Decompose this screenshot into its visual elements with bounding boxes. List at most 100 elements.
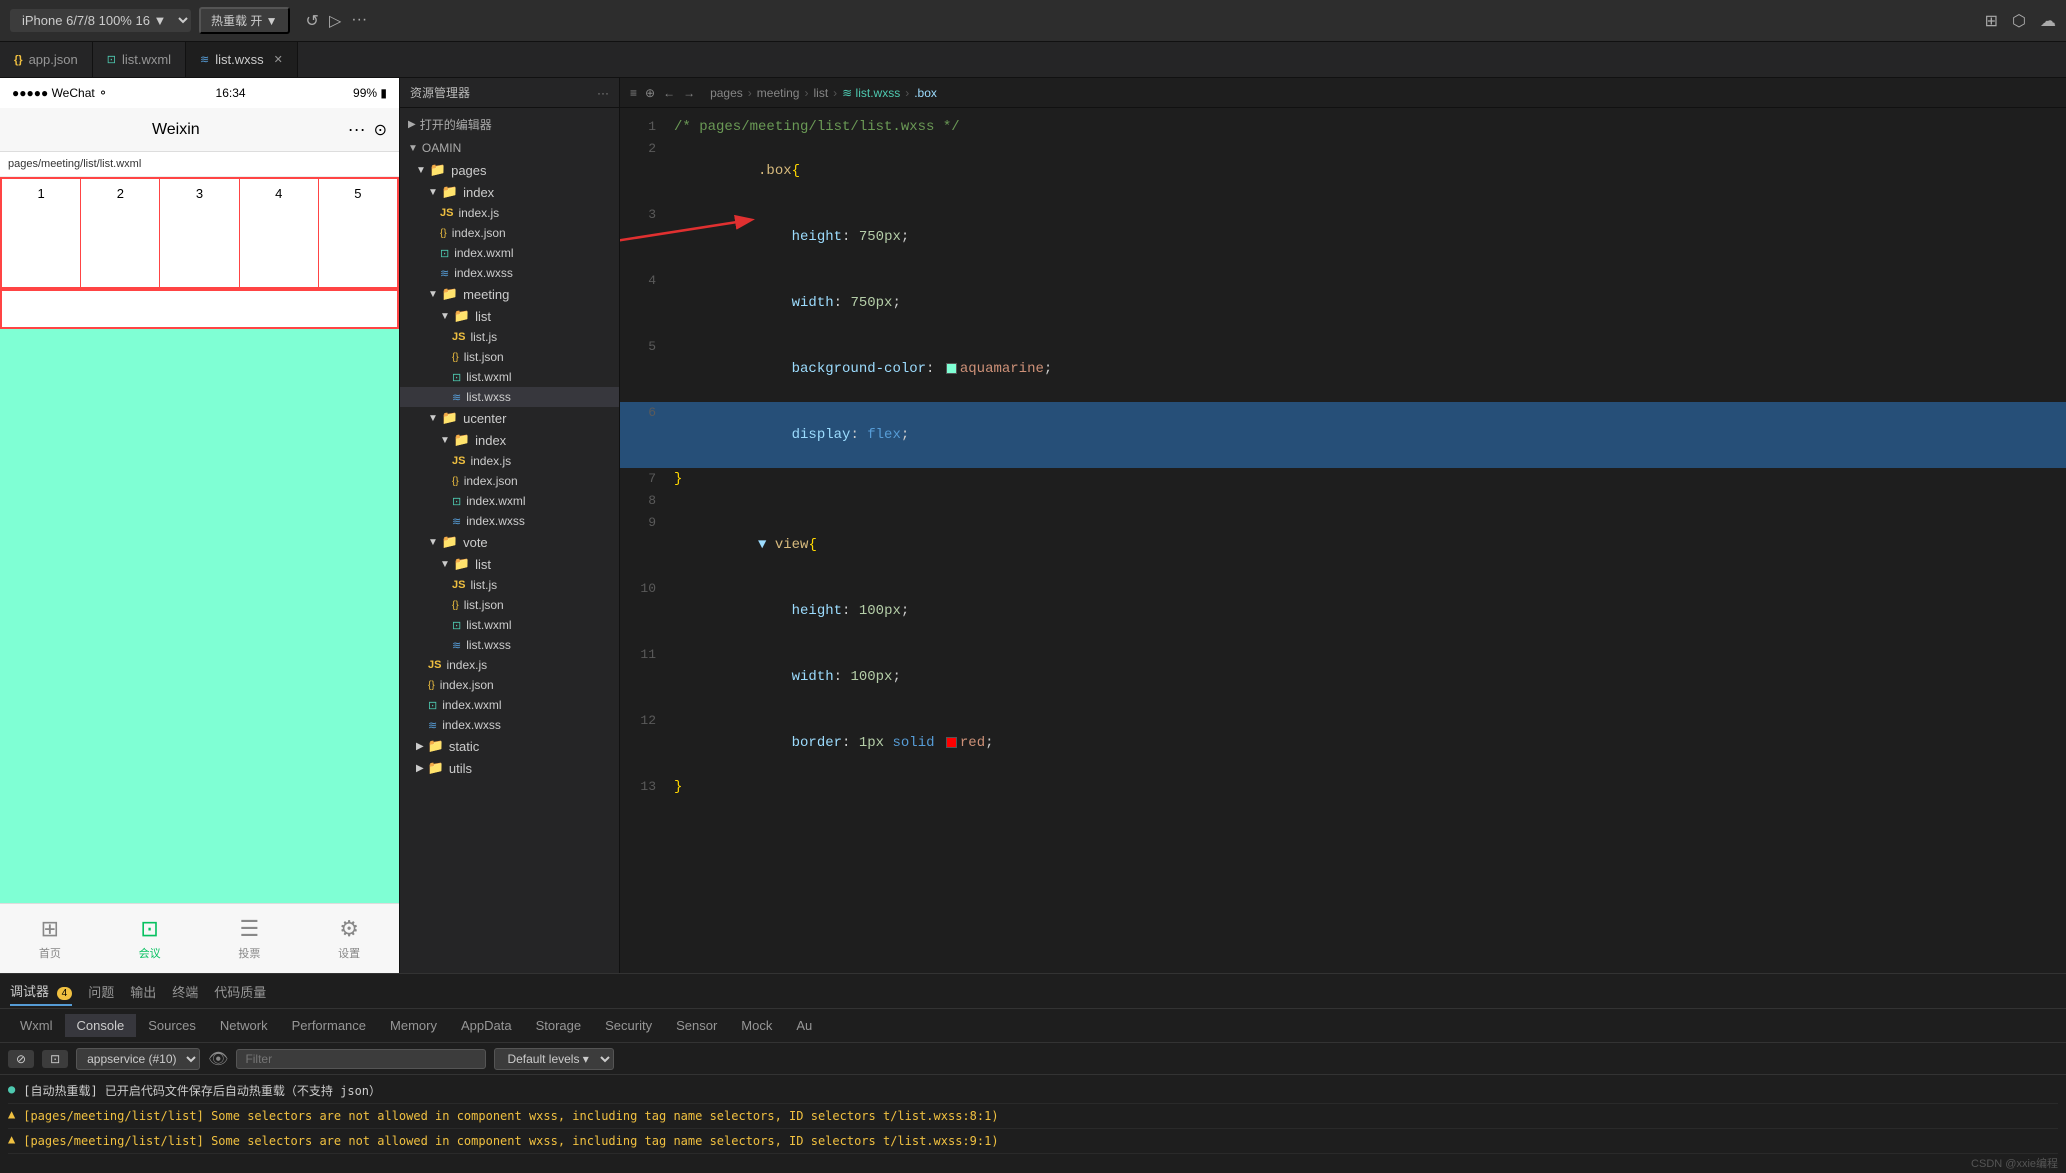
breadcrumb-list: list xyxy=(813,86,828,100)
eye-icon[interactable]: 👁 xyxy=(208,1049,228,1069)
file-uc-index-json[interactable]: {} index.json xyxy=(400,471,619,491)
home-icon: ⊞ xyxy=(41,916,59,942)
phone-tab-settings[interactable]: ⚙ 设置 xyxy=(338,916,360,961)
folder-utils[interactable]: ▶ 📁 utils xyxy=(400,757,619,779)
folder-icon: 📁 xyxy=(442,184,458,200)
cloud-icon[interactable]: ☁ xyxy=(2040,11,2056,31)
phone-camera-icon[interactable]: ⊙ xyxy=(374,120,387,140)
js-icon: JS xyxy=(428,659,441,671)
subtab-sensor[interactable]: Sensor xyxy=(664,1014,729,1037)
file-vote-list-wxml[interactable]: ⊡ list.wxml xyxy=(400,615,619,635)
file-list-js[interactable]: JS list.js xyxy=(400,327,619,347)
hex-icon[interactable]: ⬡ xyxy=(2012,11,2026,31)
folder-ucenter-index[interactable]: ▼ 📁 index xyxy=(400,429,619,451)
hot-reload-button[interactable]: 热重载 开 ▼ xyxy=(199,7,290,34)
levels-select[interactable]: Default levels ▾ xyxy=(494,1048,614,1070)
section-arrow: ▶ xyxy=(408,119,416,130)
tab-list-wxml[interactable]: ⊡ list.wxml xyxy=(93,42,186,77)
file-vote-list-json[interactable]: {} list.json xyxy=(400,595,619,615)
file-list-wxss[interactable]: ≋ list.wxss xyxy=(400,387,619,407)
tab-debugger[interactable]: 调试器 4 xyxy=(10,977,72,1006)
console-pause-button[interactable]: ⊡ xyxy=(42,1050,68,1068)
refresh-icon[interactable]: ↺ xyxy=(306,11,319,31)
subtab-memory[interactable]: Memory xyxy=(378,1014,449,1037)
file-uc-index-wxss[interactable]: ≋ index.wxss xyxy=(400,511,619,531)
file-index-wxml[interactable]: ⊡ index.wxml xyxy=(400,243,619,263)
folder-meeting[interactable]: ▼ 📁 meeting xyxy=(400,283,619,305)
msg-text: [自动热重载] 已开启代码文件保存后自动热重载（不支持 json） xyxy=(23,1082,2058,1100)
file-root-index-wxss[interactable]: ≋ index.wxss xyxy=(400,715,619,735)
play-icon[interactable]: ▷ xyxy=(329,11,341,31)
forward-icon[interactable]: → xyxy=(683,86,695,100)
tab-output[interactable]: 输出 xyxy=(130,978,156,1005)
phone-tab-meeting[interactable]: ⊡ 会议 xyxy=(139,916,161,961)
file-uc-index-js[interactable]: JS index.js xyxy=(400,451,619,471)
subtab-security[interactable]: Security xyxy=(593,1014,664,1037)
more-icon[interactable]: ··· xyxy=(351,11,367,31)
file-index-json[interactable]: {} index.json xyxy=(400,223,619,243)
file-index-js[interactable]: JS index.js xyxy=(400,203,619,223)
phone-time: 16:34 xyxy=(216,86,246,100)
tab-problems[interactable]: 问题 xyxy=(88,978,114,1005)
opened-editors-section[interactable]: ▶ 打开的编辑器 xyxy=(400,112,619,137)
file-list-json[interactable]: {} list.json xyxy=(400,347,619,367)
file-uc-index-wxml[interactable]: ⊡ index.wxml xyxy=(400,491,619,511)
folder-vote-list[interactable]: ▼ 📁 list xyxy=(400,553,619,575)
folder-vote[interactable]: ▼ 📁 vote xyxy=(400,531,619,553)
more-dots-icon[interactable]: ··· xyxy=(597,86,609,100)
code-editor[interactable]: 1 /* pages/meeting/list/list.wxss */ 2 .… xyxy=(620,108,2066,973)
tab-code-quality[interactable]: 代码质量 xyxy=(214,978,266,1005)
phone-nav-dots[interactable]: ··· xyxy=(348,119,366,140)
file-tree-body: ▶ 打开的编辑器 ▼ OAMIN ▼ 📁 pages ▼ 📁 index JS xyxy=(400,108,619,973)
tab-list-wxss[interactable]: ≋ list.wxss ✕ xyxy=(186,42,298,77)
root-section[interactable]: ▼ OAMIN xyxy=(400,137,619,159)
grid-icon[interactable]: ⊞ xyxy=(1985,11,1998,31)
appservice-select[interactable]: appservice (#10) xyxy=(76,1048,200,1070)
tab-terminal[interactable]: 终端 xyxy=(172,978,198,1005)
line-number: 3 xyxy=(620,204,670,270)
folder-index[interactable]: ▼ 📁 index xyxy=(400,181,619,203)
folder-name: vote xyxy=(463,535,488,550)
subtab-sources[interactable]: Sources xyxy=(136,1014,208,1037)
folder-pages[interactable]: ▼ 📁 pages xyxy=(400,159,619,181)
file-root-index-wxml[interactable]: ⊡ index.wxml xyxy=(400,695,619,715)
code-line-4: 4 width: 750px; xyxy=(620,270,2066,336)
folder-list[interactable]: ▼ 📁 list xyxy=(400,305,619,327)
file-vote-list-wxss[interactable]: ≋ list.wxss xyxy=(400,635,619,655)
tab-app-json[interactable]: {} app.json xyxy=(0,42,93,77)
json-icon: {} xyxy=(428,680,435,691)
line-number: 8 xyxy=(620,490,670,512)
back-icon[interactable]: ← xyxy=(663,86,675,100)
line-number: 7 xyxy=(620,468,670,490)
bookmark-icon[interactable]: ⊕ xyxy=(645,86,655,100)
tab-close-icon[interactable]: ✕ xyxy=(274,53,283,66)
phone-aquamarine-area xyxy=(0,329,399,903)
file-list-wxml[interactable]: ⊡ list.wxml xyxy=(400,367,619,387)
folder-arrow: ▼ xyxy=(428,413,438,424)
file-root-index-json[interactable]: {} index.json xyxy=(400,675,619,695)
console-clear-button[interactable]: ⊘ xyxy=(8,1050,34,1068)
file-vote-list-js[interactable]: JS list.js xyxy=(400,575,619,595)
subtab-storage[interactable]: Storage xyxy=(524,1014,594,1037)
json-icon: {} xyxy=(452,600,459,611)
file-root-index-js[interactable]: JS index.js xyxy=(400,655,619,675)
subtab-network[interactable]: Network xyxy=(208,1014,280,1037)
subtab-appdata[interactable]: AppData xyxy=(449,1014,524,1037)
folder-name: static xyxy=(449,739,479,754)
subtab-mock[interactable]: Mock xyxy=(729,1014,784,1037)
subtab-wxml[interactable]: Wxml xyxy=(8,1014,65,1037)
folder-ucenter[interactable]: ▼ 📁 ucenter xyxy=(400,407,619,429)
subtab-au[interactable]: Au xyxy=(784,1014,824,1037)
filter-input[interactable] xyxy=(236,1049,486,1069)
subtab-console[interactable]: Console xyxy=(65,1014,137,1037)
device-selector[interactable]: iPhone 6/7/8 100% 16 ▼ xyxy=(10,9,191,32)
phone-tab-home[interactable]: ⊞ 首页 xyxy=(39,916,61,961)
code-property: height xyxy=(792,603,842,619)
settings-label: 设置 xyxy=(338,945,360,961)
folder-name: index xyxy=(475,433,506,448)
file-index-wxss[interactable]: ≋ index.wxss xyxy=(400,263,619,283)
folder-static[interactable]: ▶ 📁 static xyxy=(400,735,619,757)
sidebar-toggle-icon[interactable]: ≡ xyxy=(630,86,637,100)
phone-tab-vote[interactable]: ☰ 投票 xyxy=(238,916,260,961)
subtab-performance[interactable]: Performance xyxy=(280,1014,378,1037)
